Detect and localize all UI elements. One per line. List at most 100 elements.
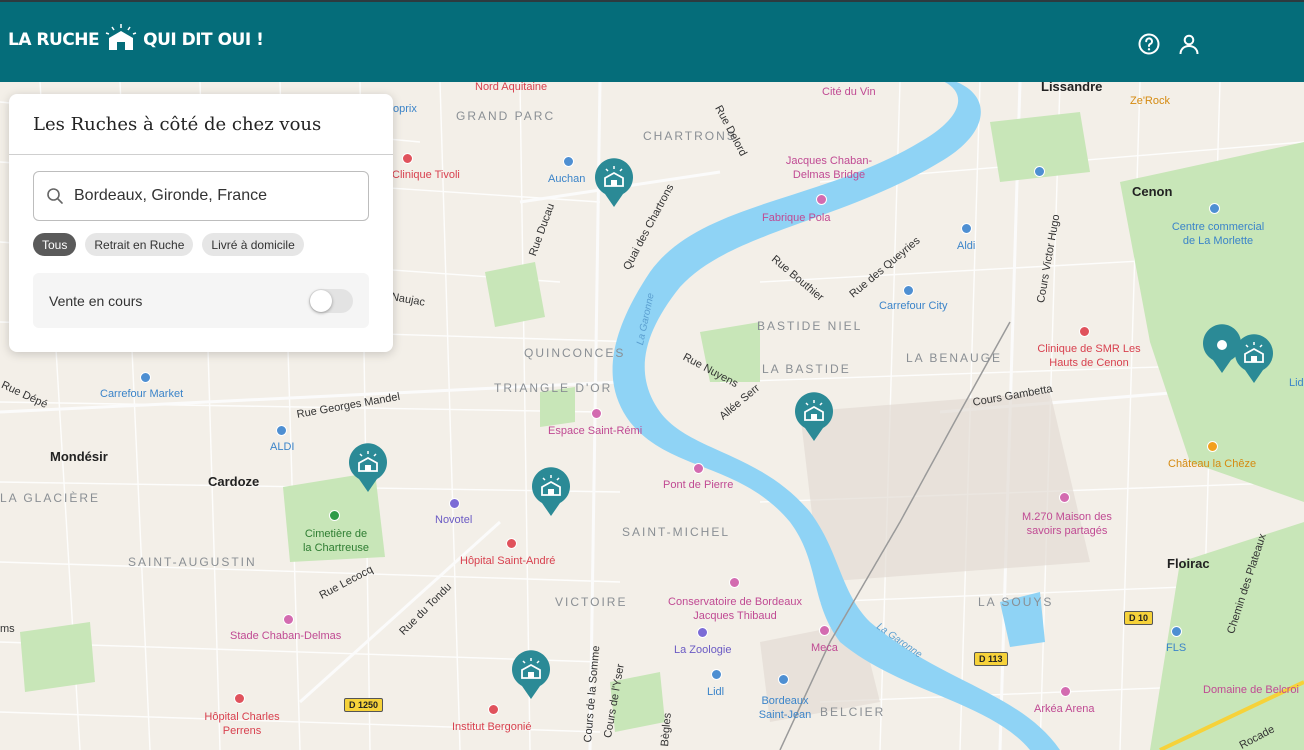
road-tag: D 113 xyxy=(974,652,1008,666)
district-label: BELCIER xyxy=(820,705,886,719)
shop-icon xyxy=(903,285,914,296)
hive-marker-icon[interactable] xyxy=(510,650,552,700)
poi-label: Domaine de Belcroi xyxy=(1203,684,1299,696)
poi-icon xyxy=(1059,492,1070,503)
train-station-icon xyxy=(778,674,789,685)
district-label: SAINT-AUGUSTIN xyxy=(128,555,257,569)
city-label: Floirac xyxy=(1167,556,1210,571)
poi-label: Jacques Chaban-Delmas Bridge xyxy=(785,155,873,181)
poi-label: Clinique Tivoli xyxy=(392,169,460,181)
poi-icon xyxy=(697,627,708,638)
filter-chips: Tous Retrait en Ruche Livré à domicile xyxy=(33,233,304,256)
chip-tous[interactable]: Tous xyxy=(33,233,77,256)
poi-label: Carrefour City xyxy=(879,300,948,312)
logo-text-right: QUI DIT OUI ! xyxy=(143,30,264,50)
top-bar: LA RUCHE QUI DIT OUI ! xyxy=(0,0,1304,82)
poi-label: Conservatoire de Bordeaux Jacques Thibau… xyxy=(668,596,802,622)
poi-label: Auchan xyxy=(548,173,586,185)
shop-icon xyxy=(1209,203,1220,214)
poi-icon xyxy=(693,463,704,474)
logo[interactable]: LA RUCHE QUI DIT OUI ! xyxy=(8,24,264,54)
vente-en-cours-toggle[interactable] xyxy=(309,289,353,313)
poi-label: ALDI xyxy=(270,441,295,453)
poi-icon xyxy=(816,194,827,205)
district-label: LA GLACIÈRE xyxy=(0,491,101,505)
poi-label: Lidl xyxy=(707,686,725,698)
poi-label: Hôpital Saint-André xyxy=(460,555,556,567)
poi-label: ms xyxy=(0,623,15,635)
district-label: LA BENAUGE xyxy=(906,351,1003,365)
district-label: BASTIDE NIEL xyxy=(757,319,863,333)
poi-label: Institut Bergonié xyxy=(452,721,532,733)
poi-label: Stade Chaban-Delmas xyxy=(230,630,342,642)
user-icon[interactable] xyxy=(1177,32,1201,56)
poi-label: Aldi xyxy=(957,240,976,252)
city-label: Lissandre xyxy=(1041,82,1103,94)
hospital-icon xyxy=(506,538,517,549)
hotel-icon xyxy=(449,498,460,509)
poi-label: Cité du Vin xyxy=(822,86,876,98)
search-box[interactable] xyxy=(33,171,369,221)
chip-retrait-en-ruche[interactable]: Retrait en Ruche xyxy=(85,233,194,256)
poi-label: Bordeaux Saint-Jean xyxy=(758,695,812,721)
poi-label: Cimetière de la Chartreuse xyxy=(302,528,370,554)
hospital-icon xyxy=(1079,326,1090,337)
shop-icon xyxy=(140,372,151,383)
district-label: LA BASTIDE xyxy=(762,362,851,376)
poi-icon xyxy=(1060,686,1071,697)
poi-label: oprix xyxy=(393,103,417,115)
vente-en-cours-row: Vente en cours xyxy=(33,273,369,328)
hive-marker-icon[interactable] xyxy=(793,392,835,442)
divider xyxy=(9,154,393,155)
poi-label: Espace Saint-Rémi xyxy=(548,425,643,437)
district-label: SAINT-MICHEL xyxy=(622,525,731,539)
district-label: CHARTRONS xyxy=(643,129,737,143)
search-input[interactable] xyxy=(74,187,344,205)
poi-label: Nord Aquitaine xyxy=(475,82,548,93)
search-panel: Les Ruches à côté de chez vous Tous Retr… xyxy=(9,94,393,352)
poi-label: Pont de Pierre xyxy=(663,479,734,491)
poi-label: Lid xyxy=(1289,377,1304,389)
train-station-icon xyxy=(1034,166,1045,177)
hive-marker-icon[interactable] xyxy=(347,443,389,493)
district-label: GRAND PARC xyxy=(456,109,556,123)
road-tag: D 10 xyxy=(1124,611,1154,625)
district-label: QUINCONCES xyxy=(524,346,626,360)
location-marker-icon[interactable] xyxy=(1201,324,1243,374)
poi-label: FLS xyxy=(1166,642,1187,654)
poi-icon xyxy=(1207,441,1218,452)
panel-title: Les Ruches à côté de chez vous xyxy=(33,114,322,135)
shop-icon xyxy=(1171,626,1182,637)
poi-label: Arkéa Arena xyxy=(1034,703,1095,715)
help-circle-icon[interactable] xyxy=(1137,32,1161,56)
toggle-knob xyxy=(310,290,332,312)
poi-label: Hôpital Charles Perrens xyxy=(204,711,280,737)
poi-icon xyxy=(283,614,294,625)
poi-label: M.270 Maison des savoirs partagés xyxy=(1022,511,1112,537)
shop-icon xyxy=(711,669,722,680)
poi-icon xyxy=(729,577,740,588)
poi-label: Fabrique Pola xyxy=(762,212,831,224)
road-tag: D 1250 xyxy=(344,698,384,712)
district-label: TRIANGLE D'OR xyxy=(494,381,613,395)
poi-icon xyxy=(591,408,602,419)
hive-marker-icon[interactable] xyxy=(530,467,572,517)
logo-text-left: LA RUCHE xyxy=(8,30,100,50)
district-label: LA SOUYS xyxy=(978,595,1054,609)
chip-livre-a-domicile[interactable]: Livré à domicile xyxy=(202,233,304,256)
poi-label: Novotel xyxy=(435,514,473,526)
hive-marker-icon[interactable] xyxy=(593,158,635,208)
park-icon xyxy=(329,510,340,521)
district-label: VICTOIRE xyxy=(555,595,628,609)
city-label: Mondésir xyxy=(50,449,108,464)
hospital-icon xyxy=(488,704,499,715)
poi-label: La Zoologie xyxy=(674,644,732,656)
shop-icon xyxy=(563,156,574,167)
city-label: Cardoze xyxy=(208,474,260,489)
poi-label: Meca xyxy=(811,642,838,654)
hive-logo-icon xyxy=(105,24,137,50)
poi-label: Clinique de SMR Les Hauts de Cenon xyxy=(1037,343,1141,369)
city-label: Cenon xyxy=(1132,184,1173,199)
hospital-icon xyxy=(402,153,413,164)
search-icon xyxy=(47,188,63,204)
